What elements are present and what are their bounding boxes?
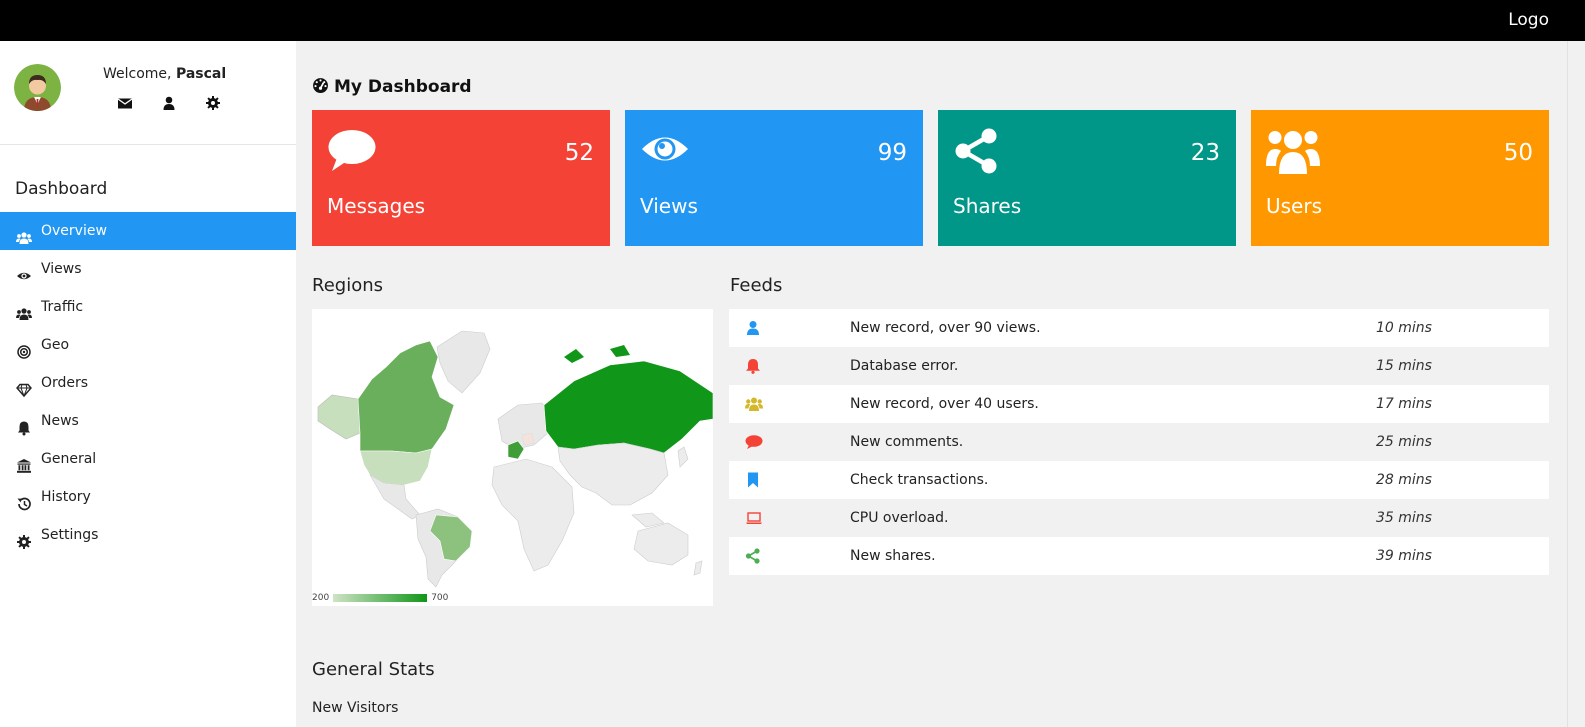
- feed-time: 17 mins: [1376, 396, 1432, 412]
- stat-label: Shares: [953, 194, 1022, 218]
- feed-time: 35 mins: [1376, 510, 1432, 526]
- feed-row[interactable]: Database error. 15 mins: [729, 347, 1549, 385]
- profile-panel: Welcome, Pascal: [0, 41, 296, 145]
- feed-time: 15 mins: [1376, 358, 1432, 374]
- feed-time: 28 mins: [1376, 472, 1432, 488]
- sidebar-nav: Overview Views Traffic Geo Orders News G…: [0, 212, 296, 554]
- share-icon: [953, 128, 1003, 178]
- page-scrollbar[interactable]: [1567, 41, 1585, 727]
- stat-card-users[interactable]: 50 Users: [1251, 110, 1549, 246]
- feed-row[interactable]: Check transactions. 28 mins: [729, 461, 1549, 499]
- feed-text: Database error.: [850, 358, 959, 374]
- dashboard-gauge-icon: [312, 76, 329, 98]
- feed-time: 10 mins: [1376, 320, 1432, 336]
- regions-title: Regions: [312, 275, 383, 296]
- feed-text: New shares.: [850, 548, 936, 564]
- stat-value: 52: [564, 140, 594, 166]
- stat-label: Users: [1266, 194, 1323, 218]
- stat-label: Views: [640, 194, 698, 218]
- sidebar-title: Dashboard: [15, 179, 108, 199]
- sidebar-item-traffic[interactable]: Traffic: [0, 288, 296, 326]
- regions-map[interactable]: 200 700: [312, 309, 714, 606]
- welcome-label: Welcome,: [103, 66, 172, 82]
- avatar[interactable]: [14, 64, 61, 111]
- feed-text: New comments.: [850, 434, 964, 450]
- sidebar: Welcome, Pascal Dashboard Overview Views…: [0, 41, 296, 727]
- sidebar-item-label: Overview: [41, 223, 107, 239]
- gear-icon: [16, 527, 32, 549]
- welcome-text: Welcome, Pascal: [103, 66, 226, 82]
- legend-max: 700: [431, 593, 449, 603]
- laptop-icon: [745, 510, 762, 526]
- sidebar-item-views[interactable]: Views: [0, 250, 296, 288]
- feed-text: New record, over 40 users.: [850, 396, 1039, 412]
- sidebar-item-overview[interactable]: Overview: [0, 212, 296, 250]
- legend-min: 200: [312, 593, 330, 603]
- page-title: My Dashboard: [312, 76, 472, 98]
- users-icon: [745, 396, 763, 412]
- feeds-table: New record, over 90 views. 10 mins Datab…: [729, 309, 1549, 575]
- stat-value: 50: [1503, 140, 1533, 166]
- sidebar-item-general[interactable]: General: [0, 440, 296, 478]
- page-title-text: My Dashboard: [334, 77, 472, 97]
- sidebar-item-label: News: [41, 413, 79, 429]
- bank-icon: [16, 451, 32, 473]
- sidebar-item-label: Traffic: [41, 299, 84, 315]
- share-icon: [745, 548, 761, 564]
- users-icon: [16, 223, 32, 244]
- sidebar-item-label: General: [41, 451, 97, 467]
- stat-card-views[interactable]: 99 Views: [625, 110, 923, 246]
- user-icon: [745, 320, 761, 336]
- sidebar-item-label: Settings: [41, 527, 99, 543]
- bell-icon: [745, 358, 761, 374]
- feed-row[interactable]: New comments. 25 mins: [729, 423, 1549, 461]
- eye-icon: [16, 261, 32, 280]
- legend-gradient: [333, 594, 428, 602]
- feed-time: 25 mins: [1376, 434, 1432, 450]
- sidebar-item-history[interactable]: History: [0, 478, 296, 516]
- feed-row[interactable]: New record, over 90 views. 10 mins: [729, 309, 1549, 347]
- sidebar-item-label: Orders: [41, 375, 89, 391]
- sidebar-item-orders[interactable]: Orders: [0, 364, 296, 402]
- gear-icon[interactable]: [205, 95, 221, 111]
- sidebar-item-geo[interactable]: Geo: [0, 326, 296, 364]
- general-stats-title: General Stats: [312, 659, 435, 680]
- stat-label: Messages: [327, 194, 426, 218]
- comment-icon: [327, 128, 377, 178]
- stat-value: 23: [1190, 140, 1220, 166]
- stat-value: 99: [877, 140, 907, 166]
- sidebar-item-label: Views: [41, 261, 82, 277]
- users-icon: [1266, 128, 1320, 180]
- sidebar-item-label: History: [41, 489, 91, 505]
- feeds-title: Feeds: [730, 275, 783, 296]
- feed-text: CPU overload.: [850, 510, 949, 526]
- top-bar: Logo: [0, 0, 1585, 41]
- user-name: Pascal: [175, 66, 227, 82]
- stat-card-shares[interactable]: 23 Shares: [938, 110, 1236, 246]
- feed-time: 39 mins: [1376, 548, 1432, 564]
- new-visitors-label: New Visitors: [312, 700, 399, 716]
- bell-icon: [16, 413, 32, 436]
- feed-row[interactable]: New shares. 39 mins: [729, 537, 1549, 575]
- feed-text: New record, over 90 views.: [850, 320, 1041, 336]
- map-legend: 200 700: [312, 593, 448, 603]
- users-icon: [16, 299, 32, 320]
- world-map[interactable]: [312, 309, 714, 589]
- user-icon[interactable]: [161, 95, 177, 111]
- bookmark-icon: [745, 472, 761, 488]
- eye-icon: [640, 128, 690, 178]
- sidebar-item-news[interactable]: News: [0, 402, 296, 440]
- envelope-icon[interactable]: [117, 95, 133, 111]
- diamond-icon: [16, 375, 32, 398]
- sidebar-item-label: Geo: [41, 337, 70, 353]
- feed-row[interactable]: New record, over 40 users. 17 mins: [729, 385, 1549, 423]
- target-icon: [16, 337, 32, 359]
- feed-text: Check transactions.: [850, 472, 989, 488]
- comment-icon: [745, 434, 763, 450]
- history-icon: [16, 489, 32, 511]
- feed-row[interactable]: CPU overload. 35 mins: [729, 499, 1549, 537]
- logo[interactable]: Logo: [1508, 10, 1549, 30]
- stat-card-messages[interactable]: 52 Messages: [312, 110, 610, 246]
- sidebar-item-settings[interactable]: Settings: [0, 516, 296, 554]
